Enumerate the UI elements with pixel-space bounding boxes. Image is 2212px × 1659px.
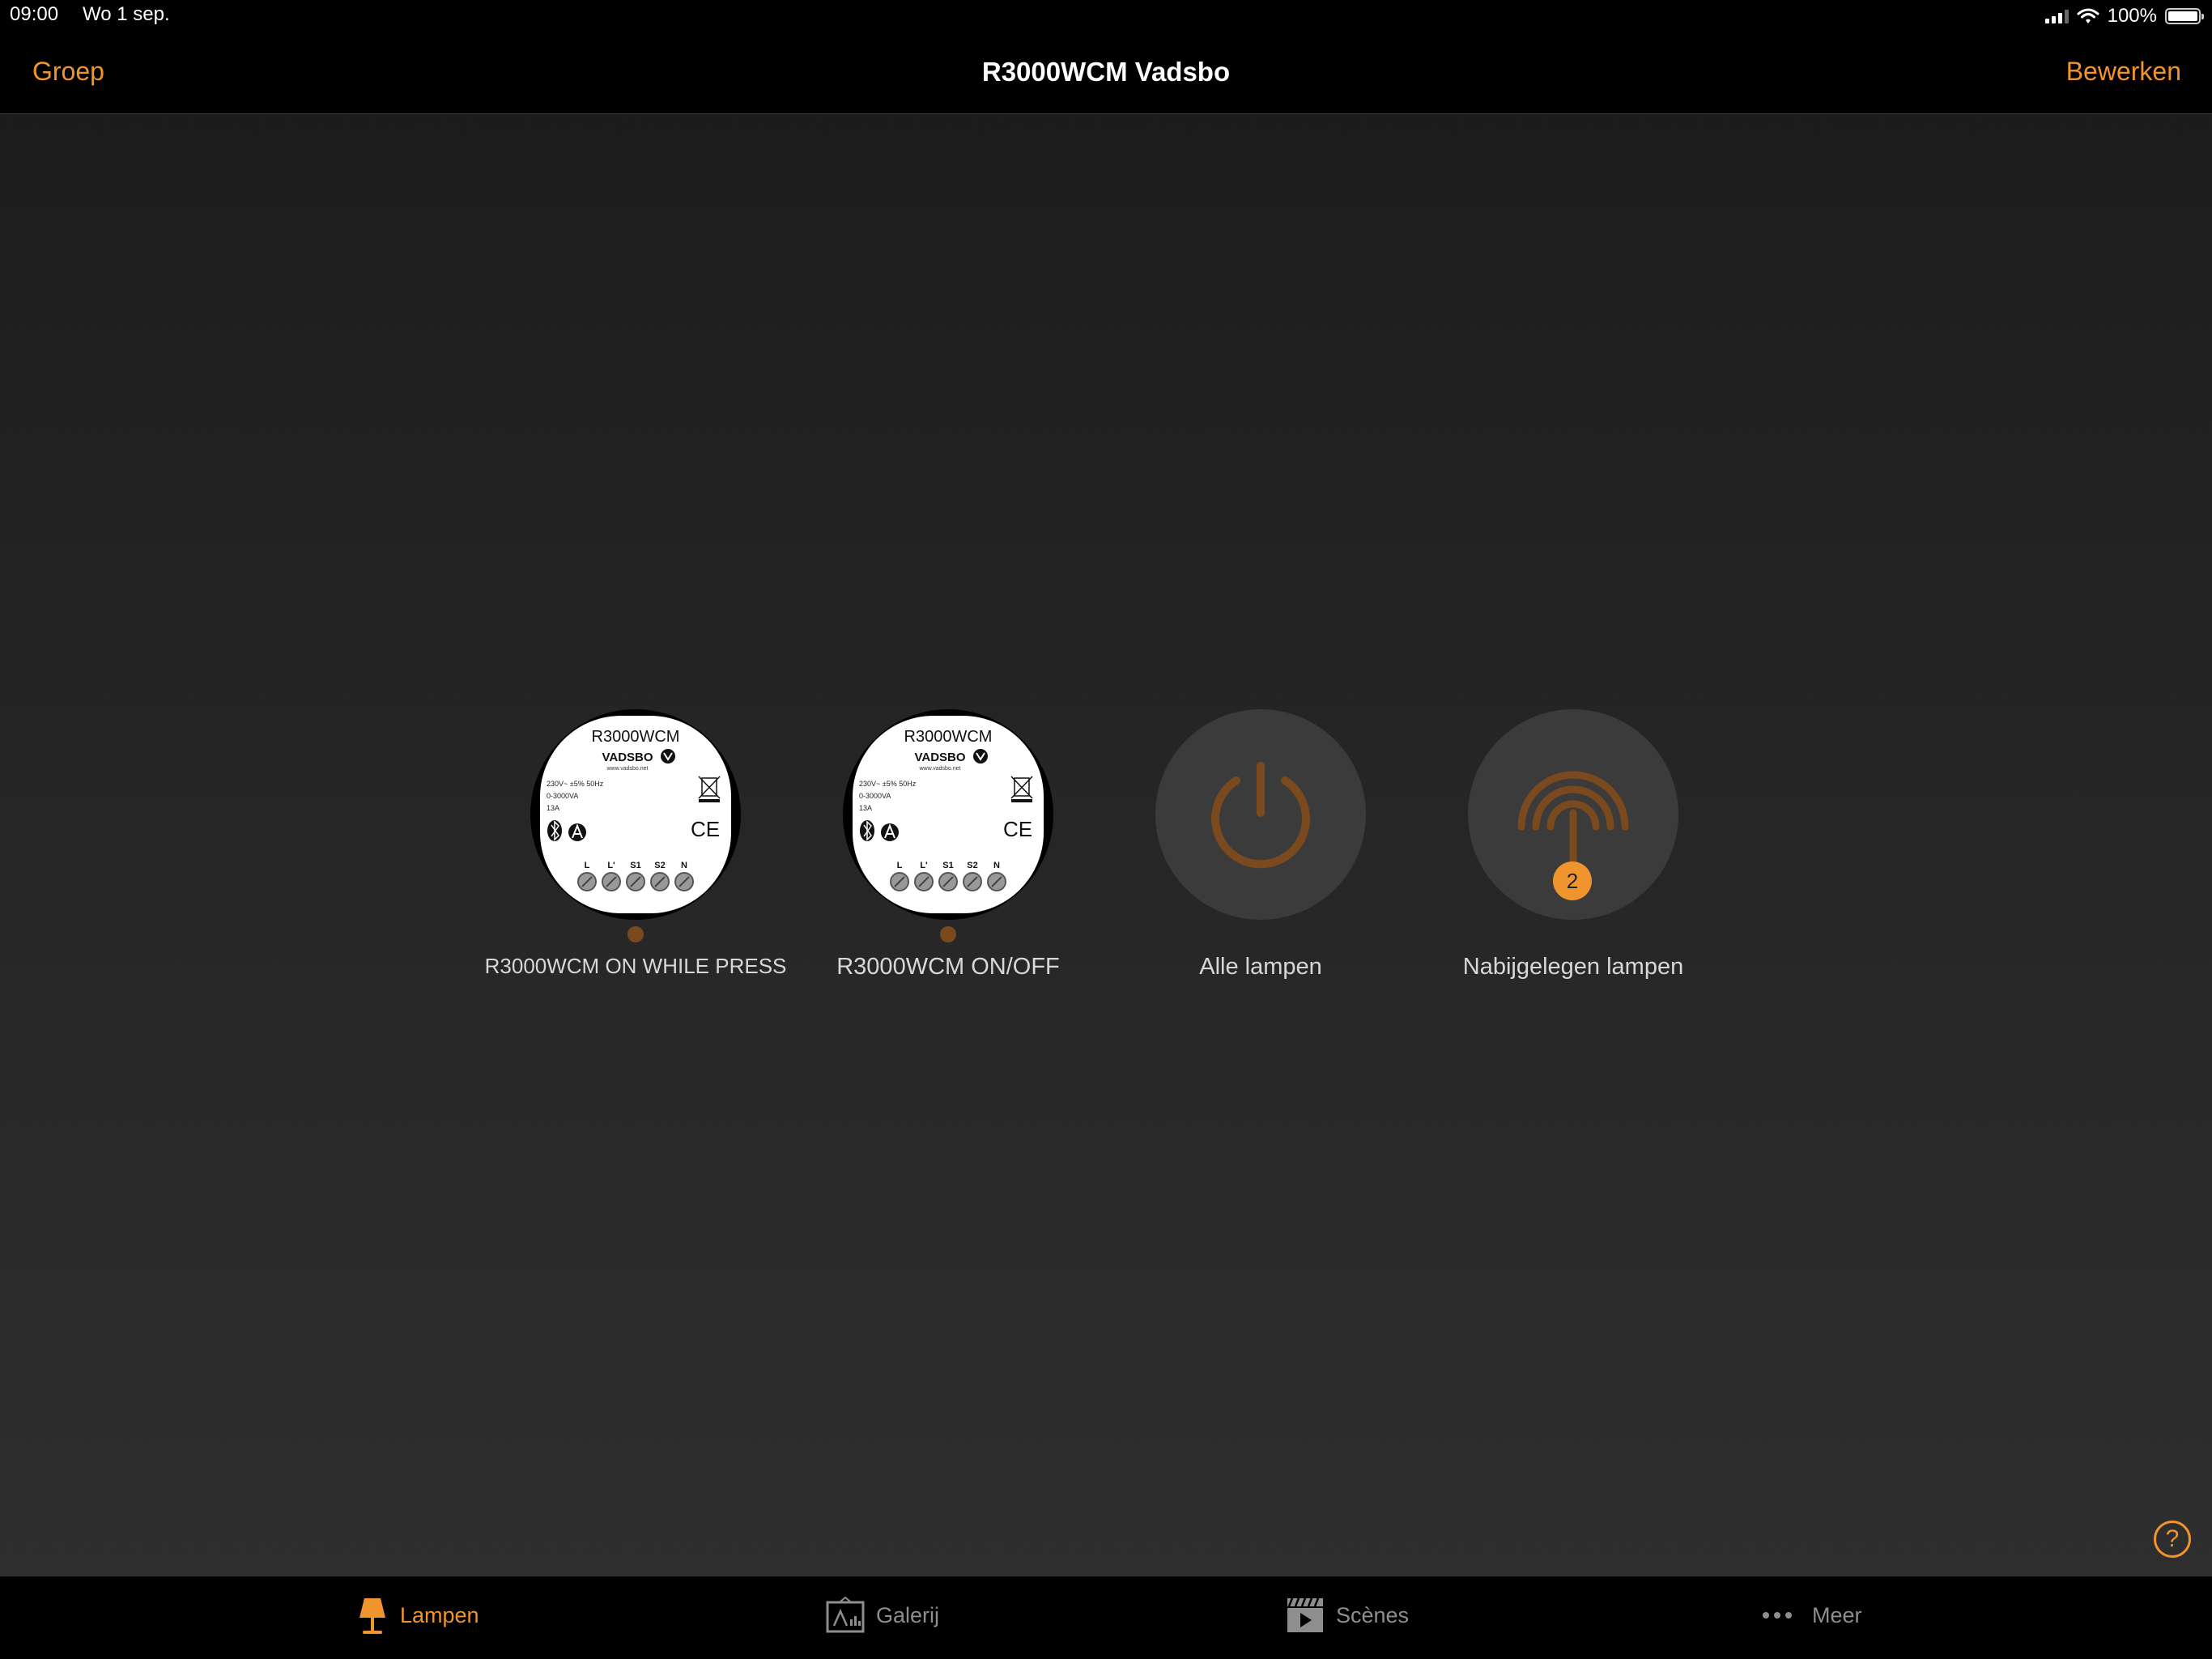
tab-label: Galerij [876,1602,940,1627]
all-lamps-tile[interactable]: Alle lampen [1107,709,1414,985]
power-icon [1211,762,1310,869]
svg-text:13A: 13A [547,804,559,812]
tab-lampen[interactable]: Lampen [356,1593,479,1638]
status-date: Wo 1 sep. [83,3,170,25]
tab-label: Lampen [400,1602,479,1627]
battery-icon [2165,8,2204,24]
svg-text:S2: S2 [654,861,665,870]
battery-percentage: 100% [2107,5,2157,27]
tab-scenes[interactable]: Scènes [1286,1593,1409,1638]
svg-text:L: L [585,861,590,870]
edit-button[interactable]: Bewerken [2066,57,2181,87]
svg-text:S1: S1 [942,861,953,870]
svg-text:S1: S1 [630,861,640,870]
nearby-lamps-tile[interactable]: 2 Nabijgelegen lampen [1419,709,1727,985]
navigation-bar: Groep R3000WCM Vadsbo Bewerken [0,32,2212,114]
svg-text:VADSBO: VADSBO [602,751,653,764]
svg-text:L': L' [607,861,615,870]
device-image: R3000WCM VADSBO www.vadsbo.net 230V~ ±5%… [530,709,741,920]
svg-text:0-3000VA: 0-3000VA [859,792,891,800]
tab-bar: Lampen Galerij Scènes Meer [0,1576,2212,1659]
device-status-dot [940,926,956,942]
tab-label: Scènes [1336,1602,1410,1627]
svg-text:CE: CE [691,817,720,841]
svg-text:0-3000VA: 0-3000VA [547,792,578,800]
svg-text:www.vadsbo.net: www.vadsbo.net [606,766,649,772]
gallery-icon [826,1597,865,1633]
device-tile-on-while-press[interactable]: R3000WCM VADSBO www.vadsbo.net 230V~ ±5%… [482,709,789,985]
page-title: R3000WCM Vadsbo [981,57,1231,87]
tab-meer[interactable]: Meer [1762,1593,1862,1638]
help-button[interactable]: ? [2154,1521,2191,1558]
clapperboard-icon [1287,1597,1323,1632]
svg-text:S2: S2 [967,861,977,870]
svg-text:CE: CE [1003,817,1032,841]
svg-text:N: N [681,861,687,870]
device-tile-on-off[interactable]: R3000WCM VADSBO www.vadsbo.net 230V~ ±5%… [794,709,1102,985]
svg-text:230V~ ±5% 50Hz: 230V~ ±5% 50Hz [859,780,917,788]
cellular-signal-icon [2044,9,2069,23]
nearby-count-badge: 2 [1553,861,1592,900]
svg-text:L: L [897,861,903,870]
lamp-icon [359,1598,385,1634]
wifi-icon [2077,8,2099,23]
svg-text:www.vadsbo.net: www.vadsbo.net [919,766,961,772]
more-dots-icon [1763,1612,1792,1619]
svg-text:13A: 13A [859,804,872,812]
help-icon: ? [2165,1525,2180,1552]
tab-label: Meer [1812,1602,1862,1627]
status-time: 09:00 [10,3,59,25]
svg-text:L': L' [920,861,928,870]
all-lamps-button[interactable] [1155,709,1366,920]
device-status-dot [627,926,644,942]
device-image: R3000WCM VADSBO www.vadsbo.net 230V~ ±5%… [843,709,1053,920]
status-indicators: 100% [2044,3,2204,29]
svg-text:R3000WCM: R3000WCM [904,728,993,746]
tab-galerij[interactable]: Galerij [826,1593,939,1638]
svg-text:N: N [993,861,1000,870]
status-bar: 09:00 Wo 1 sep. 100% [0,0,2212,32]
svg-text:VADSBO: VADSBO [914,751,965,764]
nearby-lamps-label: Nabijgelegen lampen [1462,954,1684,980]
svg-text:230V~ ±5% 50Hz: 230V~ ±5% 50Hz [547,780,604,788]
nearby-lamps-button[interactable]: 2 [1468,709,1678,920]
svg-text:R3000WCM: R3000WCM [592,728,680,746]
